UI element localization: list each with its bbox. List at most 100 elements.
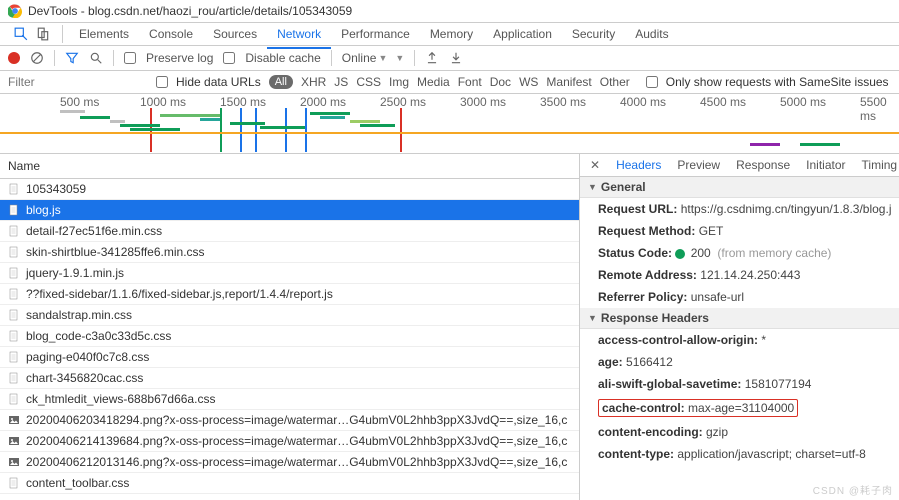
- chrome-icon: [8, 4, 22, 18]
- request-row[interactable]: chart-3456820cac.css: [0, 368, 579, 389]
- waterfall-bar: [305, 108, 307, 152]
- tab-network[interactable]: Network: [267, 21, 331, 49]
- waterfall-bar: [240, 108, 242, 152]
- download-icon[interactable]: [449, 51, 463, 65]
- tab-sources[interactable]: Sources: [203, 21, 267, 47]
- detail-tab-preview[interactable]: Preview: [669, 154, 728, 178]
- detail-tab-timing[interactable]: Timing: [854, 154, 899, 178]
- close-details-button[interactable]: ✕: [584, 154, 606, 176]
- waterfall-overview[interactable]: 500 ms1000 ms1500 ms2000 ms2500 ms3000 m…: [0, 94, 899, 154]
- waterfall-bar: [285, 108, 287, 152]
- waterfall-bar: [160, 114, 220, 117]
- request-details: ✕ HeadersPreviewResponseInitiatorTiming …: [580, 154, 899, 500]
- status-dot-icon: [675, 249, 685, 259]
- request-name: 20200406212013146.png?x-oss-process=imag…: [26, 455, 567, 469]
- filter-type-manifest[interactable]: Manifest: [546, 75, 591, 89]
- tab-elements[interactable]: Elements: [69, 21, 139, 47]
- filter-type-xhr[interactable]: XHR: [301, 75, 326, 89]
- request-row[interactable]: content_toolbar.css: [0, 473, 579, 494]
- disable-cache-checkbox[interactable]: [223, 52, 235, 64]
- tick-label: 1500 ms: [220, 95, 266, 109]
- response-header-row: content-type: application/javascript; ch…: [580, 443, 899, 465]
- tab-memory[interactable]: Memory: [420, 21, 483, 47]
- waterfall-bar: [320, 116, 345, 119]
- request-row[interactable]: blog.js: [0, 200, 579, 221]
- filter-type-css[interactable]: CSS: [356, 75, 381, 89]
- titlebar: DevTools - blog.csdn.net/haozi_rou/artic…: [0, 0, 899, 23]
- response-header-row: content-encoding: gzip: [580, 421, 899, 443]
- preserve-log-label: Preserve log: [146, 51, 213, 65]
- waterfall-bar: [220, 108, 222, 152]
- filter-type-media[interactable]: Media: [417, 75, 450, 89]
- preserve-log-checkbox[interactable]: [124, 52, 136, 64]
- filter-type-img[interactable]: Img: [389, 75, 409, 89]
- request-row[interactable]: skin-shirtblue-341285ffe6.min.css: [0, 242, 579, 263]
- request-row[interactable]: 20200406214139684.png?x-oss-process=imag…: [0, 431, 579, 452]
- request-row[interactable]: ck_htmledit_views-688b67d66a.css: [0, 389, 579, 410]
- filter-icon[interactable]: [65, 51, 79, 65]
- hide-data-urls-checkbox[interactable]: [156, 76, 168, 88]
- request-row[interactable]: paging-e040f0c7c8.css: [0, 347, 579, 368]
- request-name: 20200406214139684.png?x-oss-process=imag…: [26, 434, 567, 448]
- filter-type-font[interactable]: Font: [458, 75, 482, 89]
- waterfall-bar: [80, 116, 110, 119]
- search-icon[interactable]: [89, 51, 103, 65]
- tab-performance[interactable]: Performance: [331, 21, 420, 47]
- device-toggle-icon[interactable]: [36, 27, 50, 41]
- network-toolbar: Preserve log Disable cache Online ▼ ▼: [0, 46, 899, 71]
- request-name: 20200406203418294.png?x-oss-process=imag…: [26, 413, 567, 427]
- window-title: DevTools - blog.csdn.net/haozi_rou/artic…: [28, 4, 352, 18]
- tab-application[interactable]: Application: [483, 21, 562, 47]
- request-list-header[interactable]: Name: [0, 154, 579, 179]
- detail-tab-response[interactable]: Response: [728, 154, 798, 178]
- samesite-checkbox[interactable]: [646, 76, 658, 88]
- hide-data-urls-label: Hide data URLs: [176, 75, 261, 89]
- request-name: sandalstrap.min.css: [26, 308, 132, 322]
- request-name: chart-3456820cac.css: [26, 371, 143, 385]
- waterfall-bar: [360, 124, 395, 127]
- request-name: 105343059: [26, 182, 86, 196]
- request-row[interactable]: 20200406203418294.png?x-oss-process=imag…: [0, 410, 579, 431]
- request-row[interactable]: sandalstrap.min.css: [0, 305, 579, 326]
- main-tabs: ElementsConsoleSourcesNetworkPerformance…: [0, 23, 899, 46]
- request-row[interactable]: jquery-1.9.1.min.js: [0, 263, 579, 284]
- filter-type-ws[interactable]: WS: [519, 75, 538, 89]
- tick-label: 4500 ms: [700, 95, 746, 109]
- tick-label: 3000 ms: [460, 95, 506, 109]
- tab-console[interactable]: Console: [139, 21, 203, 47]
- request-name: content_toolbar.css: [26, 476, 129, 490]
- request-name: blog_code-c3a0c33d5c.css: [26, 329, 171, 343]
- filter-type-other[interactable]: Other: [600, 75, 630, 89]
- request-row[interactable]: 105343059: [0, 179, 579, 200]
- filter-type-doc[interactable]: Doc: [490, 75, 511, 89]
- filter-bar: Hide data URLs All XHR JS CSS Img Media Font D…: [0, 71, 899, 94]
- clear-icon[interactable]: [30, 51, 44, 65]
- filter-type-js[interactable]: JS: [334, 75, 348, 89]
- request-row[interactable]: blog_code-c3a0c33d5c.css: [0, 326, 579, 347]
- filter-input[interactable]: [8, 75, 148, 89]
- request-row[interactable]: 20200406212013146.png?x-oss-process=imag…: [0, 452, 579, 473]
- request-row[interactable]: ??fixed-sidebar/1.1.6/fixed-sidebar.js,r…: [0, 284, 579, 305]
- filter-type-all[interactable]: All: [269, 75, 293, 89]
- general-section-header[interactable]: ▼General: [580, 177, 899, 198]
- waterfall-bar: [255, 108, 257, 152]
- request-name: skin-shirtblue-341285ffe6.min.css: [26, 245, 205, 259]
- chevron-down-icon: ▼: [378, 53, 387, 63]
- waterfall-bar: [800, 143, 840, 146]
- throttling-select[interactable]: Online ▼ ▼: [342, 51, 405, 65]
- response-header-row: access-control-allow-origin: *: [580, 329, 899, 351]
- tick-label: 3500 ms: [540, 95, 586, 109]
- tab-audits[interactable]: Audits: [625, 21, 678, 47]
- detail-tab-initiator[interactable]: Initiator: [798, 154, 853, 178]
- samesite-label: Only show requests with SameSite issues: [666, 75, 889, 89]
- tab-security[interactable]: Security: [562, 21, 625, 47]
- request-list: Name 105343059 blog.jsdetail-f27ec51f6e.m…: [0, 154, 580, 500]
- tick-label: 2500 ms: [380, 95, 426, 109]
- response-headers-section-header[interactable]: ▼Response Headers: [580, 308, 899, 329]
- upload-icon[interactable]: [425, 51, 439, 65]
- request-name: ck_htmledit_views-688b67d66a.css: [26, 392, 215, 406]
- record-button[interactable]: [8, 52, 20, 64]
- request-row[interactable]: detail-f27ec51f6e.min.css: [0, 221, 579, 242]
- inspect-icon[interactable]: [14, 27, 28, 41]
- waterfall-bar: [200, 118, 220, 121]
